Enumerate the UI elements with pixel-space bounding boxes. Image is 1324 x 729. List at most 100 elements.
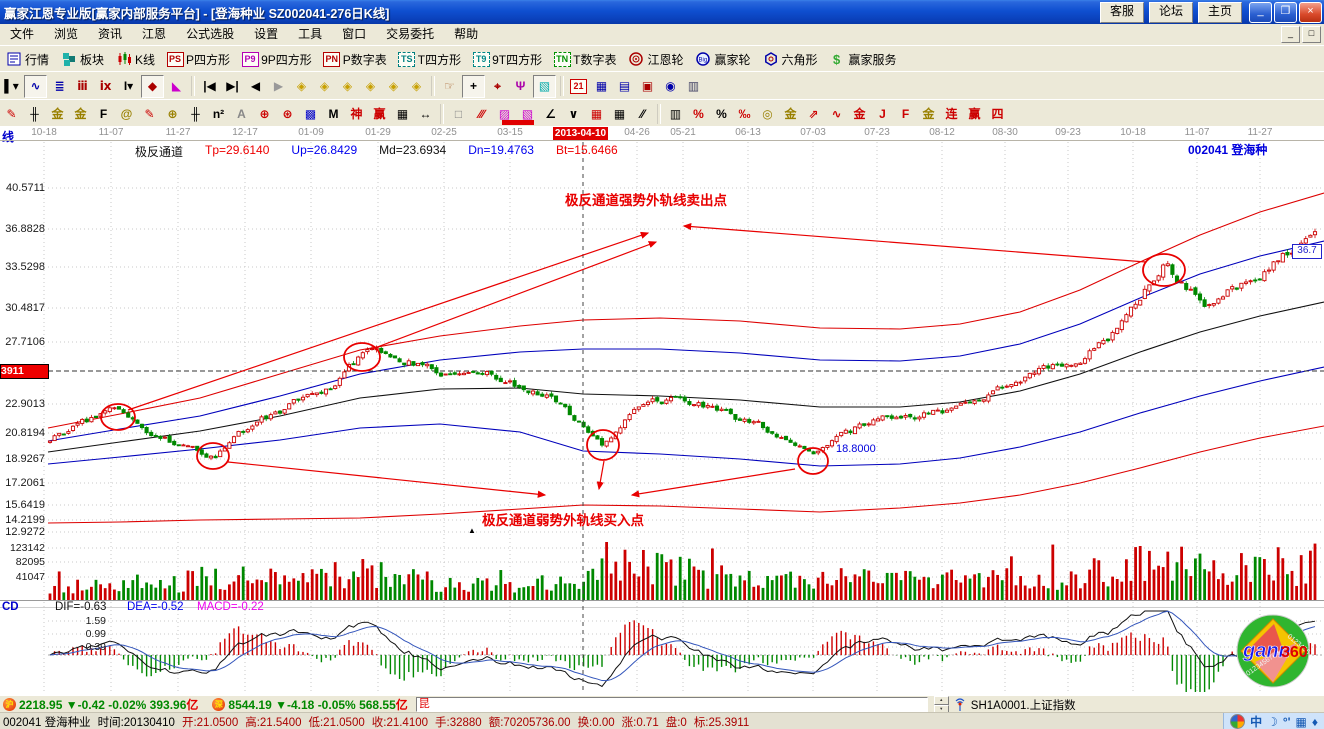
- menu-item-7[interactable]: 窗口: [332, 24, 376, 45]
- tool-save-web[interactable]: ◉: [660, 76, 681, 97]
- menu-item-4[interactable]: 公式选股: [176, 24, 244, 45]
- spinner-up-icon[interactable]: ▲: [934, 696, 949, 705]
- tool-save-disk[interactable]: ▣: [637, 76, 658, 97]
- menu-item-9[interactable]: 帮助: [444, 24, 488, 45]
- tool-gann-fan[interactable]: ∕∕∕: [471, 103, 492, 124]
- tool-grid-lines[interactable]: ╫: [24, 103, 45, 124]
- titlebar-button-1[interactable]: 论坛: [1149, 2, 1193, 23]
- menu-item-3[interactable]: 江恩: [132, 24, 176, 45]
- tool-trend-brush[interactable]: ⇗: [803, 103, 824, 124]
- toolbar-item-kline[interactable]: K线: [110, 48, 161, 70]
- tool-percent-red[interactable]: %: [688, 103, 709, 124]
- tool-black-grid[interactable]: ▦: [609, 103, 630, 124]
- tool-diamond-shift-right[interactable]: ◈: [314, 76, 335, 97]
- ime-icon-4[interactable]: ♦: [1312, 715, 1318, 729]
- toolbar-item-hexagon[interactable]: 六角形: [757, 48, 824, 70]
- tool-draw-pen[interactable]: ✎: [1, 103, 22, 124]
- tool-shen-grid[interactable]: 神: [346, 103, 367, 124]
- tool-width-measure[interactable]: ↔: [415, 103, 436, 124]
- tool-crosshair-tool[interactable]: +: [462, 75, 485, 98]
- shenzhen-index-icon[interactable]: 深: [212, 698, 225, 711]
- tool-star-circle[interactable]: ⊛: [277, 103, 298, 124]
- tool-f-angle[interactable]: F: [895, 103, 916, 124]
- tool-permille[interactable]: ‰: [734, 103, 755, 124]
- toolbar-item-winner-wheel[interactable]: Big赢家轮: [689, 48, 756, 70]
- tool-diamond-shift-left[interactable]: ◈: [291, 76, 312, 97]
- tool-j-angle[interactable]: J: [872, 103, 893, 124]
- tool-parallel-lines[interactable]: ⁄⁄: [632, 103, 653, 124]
- tool-blue-net[interactable]: ▩: [300, 103, 321, 124]
- titlebar-button-0[interactable]: 客服: [1100, 2, 1144, 23]
- tool-pattern-tool[interactable]: ◆: [141, 75, 164, 98]
- tool-info-panel[interactable]: ≣: [49, 76, 70, 97]
- tool-first-bar[interactable]: |◀: [199, 76, 220, 97]
- tool-diamond-zoom-out[interactable]: ◈: [406, 76, 427, 97]
- tool-si-angle[interactable]: 四: [987, 103, 1008, 124]
- tool-lian-angle[interactable]: 连: [941, 103, 962, 124]
- tool-gold-lines[interactable]: 金: [780, 103, 801, 124]
- tool-calendar[interactable]: 21: [568, 76, 589, 97]
- tool-prev-bar[interactable]: ◀: [245, 76, 266, 97]
- tool-diamond-expand[interactable]: ◈: [337, 76, 358, 97]
- chart-area[interactable]: 线 10-1811-0711-2712-1701-0901-2902-2503-…: [0, 126, 1324, 695]
- ime-icon-3[interactable]: ▦: [1296, 715, 1307, 729]
- tool-ying-angle[interactable]: 赢: [964, 103, 985, 124]
- menu-item-1[interactable]: 浏览: [44, 24, 88, 45]
- tool-diamond-compress[interactable]: ◈: [360, 76, 381, 97]
- toolbar-item-quotes[interactable]: 行情: [0, 48, 55, 70]
- toolbar-item-t-square[interactable]: TST四方形: [393, 48, 467, 70]
- ime-icon-2[interactable]: °': [1283, 715, 1291, 729]
- menu-item-2[interactable]: 资讯: [88, 24, 132, 45]
- shanghai-index-icon[interactable]: 沪: [3, 698, 16, 711]
- menu-item-6[interactable]: 工具: [288, 24, 332, 45]
- toolbar-item-t-number-table[interactable]: TNT数字表: [548, 48, 622, 70]
- tool-calculator[interactable]: ▦: [591, 76, 612, 97]
- tool-red-grid[interactable]: ▦: [586, 103, 607, 124]
- menu-item-0[interactable]: 文件: [0, 24, 44, 45]
- tool-square-of-nine[interactable]: n²: [208, 103, 229, 124]
- tool-gann-tool[interactable]: Ψ: [510, 76, 531, 97]
- ime-icon-1[interactable]: ☽: [1267, 715, 1278, 729]
- restore-icon[interactable]: ❐: [1274, 2, 1297, 23]
- toolbar-item-sectors[interactable]: 板块: [55, 48, 110, 70]
- toolbar-item-winner-service[interactable]: $赢家服务: [824, 48, 903, 70]
- toolbar-item-gann-wheel[interactable]: 江恩轮: [622, 48, 689, 70]
- tool-v-line[interactable]: ∨: [563, 103, 584, 124]
- tool-pen-2[interactable]: ✎: [139, 103, 160, 124]
- tool-bars-9[interactable]: ⅸ: [95, 76, 116, 97]
- minimize-icon[interactable]: _: [1249, 2, 1272, 23]
- index-name-label[interactable]: SH1A0001.上证指数: [971, 697, 1076, 713]
- tool-kline-style-dropdown[interactable]: ▌▾: [1, 76, 22, 97]
- tool-box-tool[interactable]: □: [448, 103, 469, 124]
- tool-gold-red[interactable]: 金: [849, 103, 870, 124]
- tool-number-grid[interactable]: ▦: [392, 103, 413, 124]
- tool-notes[interactable]: ▤: [614, 76, 635, 97]
- toolbar-item-p-number-table[interactable]: PNP数字表: [318, 48, 393, 70]
- ime-logo-icon[interactable]: [1230, 714, 1245, 729]
- close-icon[interactable]: ×: [1299, 2, 1322, 23]
- tool-printer[interactable]: ▥: [683, 76, 704, 97]
- tool-gold-circle[interactable]: ◎: [757, 103, 778, 124]
- tool-zigzag-tool[interactable]: ∿: [24, 75, 47, 98]
- tool-bars-3[interactable]: ⅲ: [72, 76, 93, 97]
- tool-gold-grid-2[interactable]: 金: [70, 103, 91, 124]
- tool-gold-grid-1[interactable]: 金: [47, 103, 68, 124]
- tool-spiral-tool[interactable]: @: [116, 103, 137, 124]
- tool-circle-cross[interactable]: ⊕: [254, 103, 275, 124]
- tool-last-bar[interactable]: ▶|: [222, 76, 243, 97]
- tool-gold-angle[interactable]: 金: [918, 103, 939, 124]
- tool-wave-pattern[interactable]: M: [323, 103, 344, 124]
- tool-gann-circle[interactable]: ⊕: [162, 103, 183, 124]
- toolbar-item-p9-square[interactable]: P99P四方形: [236, 48, 318, 70]
- tool-grid-2[interactable]: ╫: [185, 103, 206, 124]
- titlebar-button-2[interactable]: 主页: [1198, 2, 1242, 23]
- ime-icon-0[interactable]: 中: [1250, 713, 1262, 729]
- tool-wave-tool[interactable]: ▧: [533, 75, 556, 98]
- toolbar-item-p-square[interactable]: PSP四方形: [161, 48, 236, 70]
- toolbar-item-t9-square[interactable]: T99T四方形: [467, 48, 548, 70]
- tool-angle-line[interactable]: ∠: [540, 103, 561, 124]
- tool-wave-red[interactable]: ∿: [826, 103, 847, 124]
- tool-price-grid[interactable]: ▥: [665, 103, 686, 124]
- tool-fan-a[interactable]: A: [231, 103, 252, 124]
- tool-color-chart[interactable]: ◣: [166, 76, 187, 97]
